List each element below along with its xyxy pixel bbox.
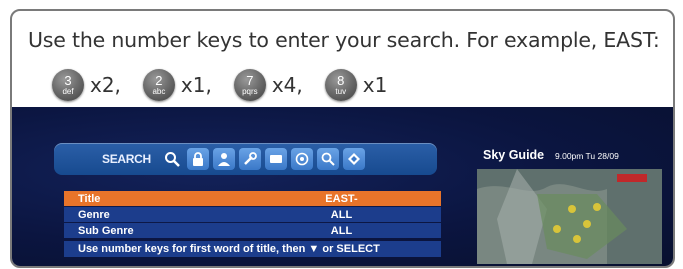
number-key-button: 3 def bbox=[52, 69, 84, 101]
number-key-button: 2 abc bbox=[142, 69, 175, 101]
field-label: Sub Genre bbox=[78, 224, 134, 237]
diamond-icon[interactable] bbox=[342, 148, 365, 170]
settings-icon[interactable] bbox=[290, 148, 313, 170]
row-genre[interactable]: Genre ALL bbox=[64, 207, 441, 222]
key-letters: pqrs bbox=[242, 87, 258, 96]
key-letters: tuv bbox=[335, 87, 347, 96]
key-count: x1, bbox=[180, 73, 212, 97]
lock-icon[interactable] bbox=[186, 148, 209, 170]
search-icon[interactable] bbox=[316, 148, 339, 170]
field-label: Title bbox=[78, 192, 101, 205]
key-number: 8 bbox=[337, 73, 345, 88]
key-letters: abc bbox=[152, 87, 166, 96]
key-count: x2, bbox=[90, 73, 121, 97]
search-fields: Title EAST- Genre ALL Sub Genre ALL bbox=[64, 191, 441, 238]
person-icon[interactable] bbox=[212, 148, 235, 170]
key-count: x4, bbox=[271, 73, 303, 97]
message-icon[interactable] bbox=[264, 148, 287, 170]
hint-text: Use number keys for first word of title,… bbox=[64, 241, 441, 257]
key-count: x1 bbox=[362, 73, 388, 97]
search-toolbar: SEARCH bbox=[54, 143, 437, 175]
number-key-button: 7 pqrs bbox=[233, 69, 266, 101]
key-number: 2 bbox=[155, 73, 163, 88]
key-7: 7 pqrs x4, bbox=[233, 69, 303, 101]
search-tab-label[interactable]: SEARCH bbox=[102, 152, 151, 166]
key-3: 3 def x2, bbox=[52, 69, 121, 101]
key-sequence: 3 def x2, 2 abc x1, 7 pqrs x4, 8 tuv x1 bbox=[52, 69, 387, 101]
row-sub-genre[interactable]: Sub Genre ALL bbox=[64, 223, 441, 238]
field-label: Genre bbox=[78, 208, 110, 221]
row-title[interactable]: Title EAST- bbox=[64, 191, 441, 206]
key-letters: def bbox=[62, 87, 74, 96]
search-icon[interactable] bbox=[161, 148, 183, 170]
guide-title: Sky Guide bbox=[483, 148, 545, 162]
key-2: 2 abc x1, bbox=[142, 69, 212, 101]
field-value: ALL bbox=[330, 208, 353, 221]
key-number: 7 bbox=[246, 73, 254, 88]
guide-time: 9.00pm Tu 28/09 bbox=[555, 151, 619, 161]
instruction-text: Use the number keys to enter your search… bbox=[28, 28, 660, 52]
number-key-button: 8 tuv bbox=[324, 69, 357, 101]
field-value: ALL bbox=[330, 224, 353, 237]
wrench-icon[interactable] bbox=[238, 148, 261, 170]
preview-video bbox=[477, 169, 662, 264]
key-8: 8 tuv x1 bbox=[324, 69, 388, 101]
map-graphic-icon bbox=[477, 169, 662, 264]
key-number: 3 bbox=[64, 73, 72, 88]
field-value: EAST- bbox=[325, 192, 358, 205]
